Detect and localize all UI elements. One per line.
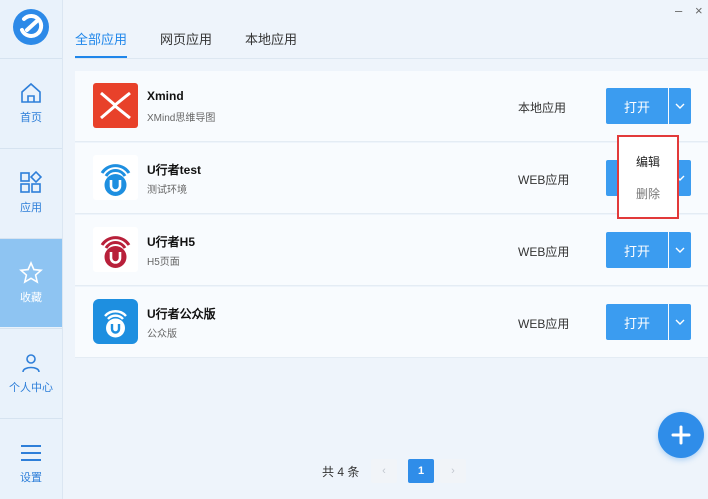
app-description: H5页面 bbox=[147, 257, 180, 268]
uxingzhe-icon bbox=[93, 155, 138, 200]
uxingzhe-public-icon bbox=[93, 299, 138, 344]
plus-icon bbox=[671, 425, 691, 445]
close-button[interactable]: × bbox=[695, 3, 703, 18]
app-row-uxingzhe-test: U行者test 测试环境 WEB应用 打开 bbox=[75, 143, 708, 214]
app-name: Xmind bbox=[147, 89, 184, 103]
star-icon bbox=[19, 261, 43, 284]
chevron-down-icon bbox=[675, 319, 685, 325]
app-description: 测试环境 bbox=[147, 185, 187, 196]
open-button-group: 打开 bbox=[606, 232, 691, 268]
tab-all-apps[interactable]: 全部应用 bbox=[75, 30, 128, 58]
app-type: 本地应用 bbox=[518, 101, 567, 115]
sidebar-item-label: 应用 bbox=[20, 202, 42, 214]
uxingzhe-h5-icon bbox=[93, 227, 138, 272]
open-button[interactable]: 打开 bbox=[606, 232, 668, 268]
xmind-icon bbox=[93, 83, 138, 128]
pagination-total: 共 4 条 bbox=[322, 465, 360, 479]
sidebar-item-label: 设置 bbox=[20, 472, 42, 484]
sidebar-item-label: 收藏 bbox=[20, 292, 42, 304]
app-row-uxingzhe-h5: U行者H5 H5页面 WEB应用 打开 bbox=[75, 215, 708, 286]
open-button[interactable]: 打开 bbox=[606, 88, 668, 124]
tab-local-apps[interactable]: 本地应用 bbox=[245, 30, 297, 56]
app-name: U行者公众版 bbox=[147, 307, 216, 321]
user-icon bbox=[22, 354, 40, 373]
app-row-xmind: Xmind XMind思维导图 本地应用 打开 bbox=[75, 71, 708, 142]
pagination-prev-button[interactable]: ‹ bbox=[371, 459, 397, 483]
tab-divider bbox=[75, 58, 708, 59]
app-description: 公众版 bbox=[147, 329, 177, 340]
pagination-page-1[interactable]: 1 bbox=[408, 459, 434, 483]
app-window: 首页 应用 收藏 个人中心 设置 – × 全部应用 网页应用 本地应用 Xmin… bbox=[0, 0, 708, 499]
app-action-menu: 编辑 删除 bbox=[617, 135, 679, 219]
chevron-down-icon bbox=[675, 247, 685, 253]
pagination-next-button[interactable]: › bbox=[440, 459, 466, 483]
sidebar-item-label: 首页 bbox=[20, 112, 42, 124]
sidebar: 首页 应用 收藏 个人中心 设置 bbox=[0, 0, 63, 499]
more-dropdown-button[interactable] bbox=[669, 88, 691, 124]
app-description: XMind思维导图 bbox=[147, 113, 216, 124]
menu-icon bbox=[21, 445, 41, 461]
sidebar-item-apps[interactable]: 应用 bbox=[0, 148, 62, 237]
app-type: WEB应用 bbox=[518, 317, 570, 331]
menu-item-delete[interactable]: 删除 bbox=[619, 185, 677, 202]
sidebar-item-label: 个人中心 bbox=[9, 382, 53, 394]
open-button-group: 打开 bbox=[606, 304, 691, 340]
app-name: U行者H5 bbox=[147, 235, 196, 249]
menu-item-edit[interactable]: 编辑 bbox=[619, 153, 677, 170]
apps-icon bbox=[20, 171, 43, 193]
add-app-button[interactable] bbox=[658, 412, 704, 458]
open-button[interactable]: 打开 bbox=[606, 304, 668, 340]
sidebar-item-favorites[interactable]: 收藏 bbox=[0, 238, 62, 327]
home-icon bbox=[21, 82, 41, 103]
tab-web-apps[interactable]: 网页应用 bbox=[160, 30, 212, 56]
app-logo-icon bbox=[13, 9, 49, 45]
app-row-uxingzhe-public: U行者公众版 公众版 WEB应用 打开 bbox=[75, 287, 708, 358]
sidebar-item-home[interactable]: 首页 bbox=[0, 58, 62, 147]
sidebar-item-settings[interactable]: 设置 bbox=[0, 418, 62, 499]
app-name: U行者test bbox=[147, 163, 202, 177]
app-type: WEB应用 bbox=[518, 173, 570, 187]
chevron-down-icon bbox=[675, 103, 685, 109]
sidebar-item-profile[interactable]: 个人中心 bbox=[0, 328, 62, 417]
minimize-button[interactable]: – bbox=[675, 3, 682, 18]
app-type: WEB应用 bbox=[518, 245, 570, 259]
more-dropdown-button[interactable] bbox=[669, 232, 691, 268]
more-dropdown-button[interactable] bbox=[669, 304, 691, 340]
open-button-group: 打开 bbox=[606, 88, 691, 124]
